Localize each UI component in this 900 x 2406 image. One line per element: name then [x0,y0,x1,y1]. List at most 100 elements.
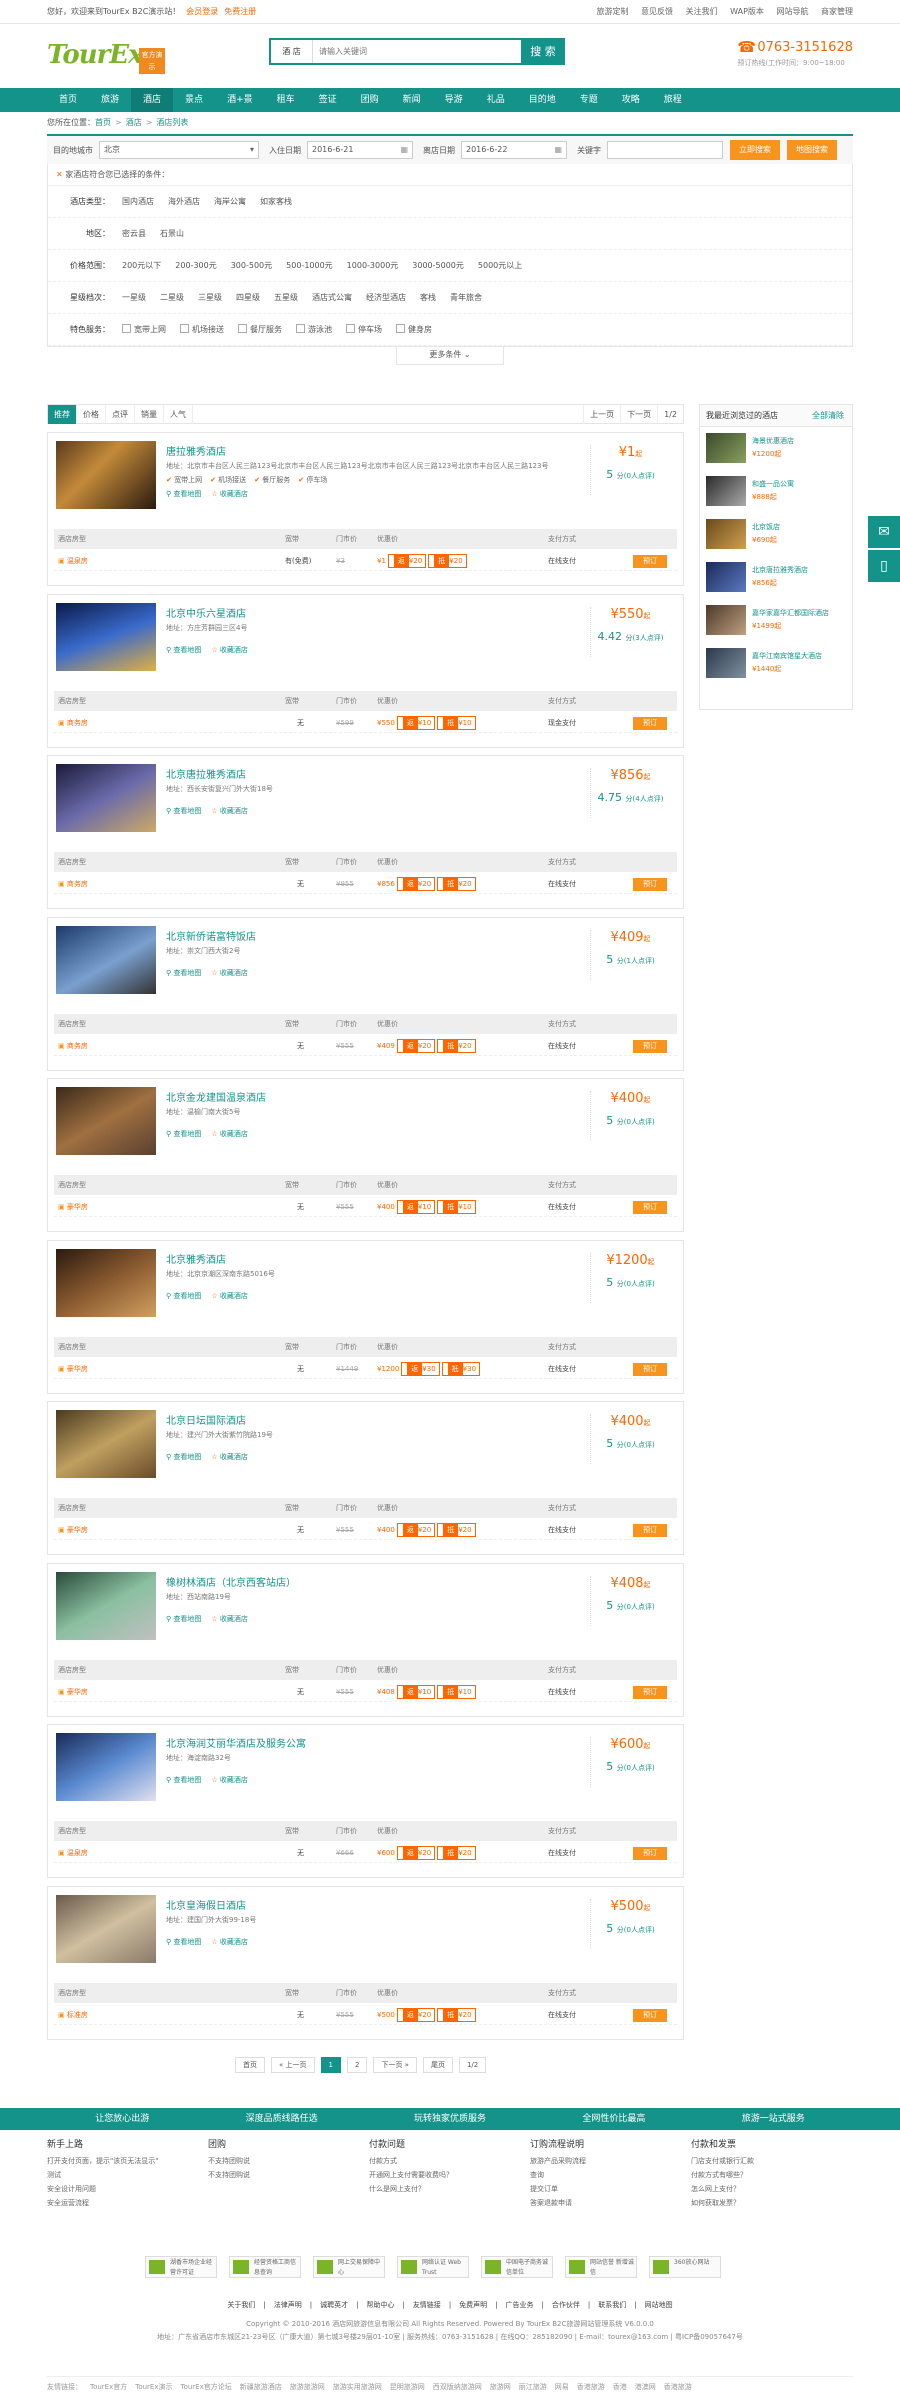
room-type-link[interactable]: 豪华房 [58,1682,88,1702]
recent-hotel-item[interactable]: 和盛一品公寓 ¥888起 [700,470,852,513]
cert-badge[interactable]: 中国电子商务诚信单位 [481,2256,553,2278]
footer-link[interactable]: 免费声明 [459,2301,487,2309]
service-checkbox[interactable]: 机场接送 [180,325,224,334]
nav-visa[interactable]: 签证 [307,88,349,112]
recent-hotel-thumb[interactable] [706,433,746,463]
recent-hotel-item[interactable]: 海景优惠酒店 ¥1200起 [700,427,852,470]
hotel-image[interactable] [56,764,156,832]
view-map-link[interactable]: 查看地图 [166,1130,201,1138]
cond-option[interactable]: 如家客栈 [260,197,292,206]
nav-trip[interactable]: 旅程 [652,88,694,112]
view-map-link[interactable]: 查看地图 [166,1292,201,1300]
friend-link[interactable]: 旅游网 [490,2383,511,2391]
register-link[interactable]: 免费注册 [224,7,256,16]
cond-option[interactable]: 经济型酒店 [366,293,406,302]
view-map-link[interactable]: 查看地图 [166,646,201,654]
page-prev[interactable]: « 上一页 [271,2057,315,2073]
city-select[interactable]: 北京 [99,141,259,159]
favorite-link[interactable]: 收藏酒店 [211,646,248,654]
top-link-wap[interactable]: WAP版本 [730,7,764,16]
hotel-image[interactable] [56,1248,156,1317]
book-button[interactable]: 预订 [633,716,667,730]
cond-option[interactable]: 海外酒店 [168,197,200,206]
nav-news[interactable]: 新闻 [391,88,433,112]
page-1[interactable]: 1 [320,2057,341,2073]
recent-hotel-item[interactable]: 嘉华家嘉华汇都国际酒店 ¥1499起 [700,599,852,642]
sort-popularity[interactable]: 人气 [164,404,193,424]
footer-link[interactable]: 友情链接 [413,2301,441,2309]
service-checkbox[interactable]: 游泳池 [296,325,332,334]
friend-link[interactable]: 旅游实用旅游网 [333,2383,382,2391]
friend-link[interactable]: 旅游旅游网 [290,2383,325,2391]
hotel-name[interactable]: 北京海润艾丽华酒店及服务公寓 [166,1735,306,1750]
cond-option[interactable]: 国内酒店 [122,197,154,206]
search-now-button[interactable]: 立即搜索 [730,140,780,160]
help-link[interactable]: 付款方式 [369,2154,530,2168]
hotel-name[interactable]: 北京中乐六星酒店 [166,605,246,620]
clear-recent-link[interactable]: 全部清除 [812,405,844,427]
wechat-icon[interactable]: ✉ [868,516,900,548]
search-category-select[interactable]: 酒 店 [271,40,313,63]
service-checkbox[interactable]: 餐厅服务 [238,325,282,334]
hotel-image[interactable] [56,441,156,509]
top-link-custom[interactable]: 旅游定制 [596,7,628,16]
cond-option[interactable]: 客栈 [420,293,436,302]
nav-home[interactable]: 首页 [47,88,89,112]
help-link[interactable]: 旅游产品采购流程 [530,2154,691,2168]
hotel-name[interactable]: 北京唐拉雅秀酒店 [166,766,246,781]
hotel-image[interactable] [56,1894,156,1963]
help-link[interactable]: 安全设计用问题 [47,2182,208,2196]
help-link[interactable]: 提交订单 [530,2182,691,2196]
map-search-button[interactable]: 地图搜索 [787,140,837,160]
help-link[interactable]: 打开支付页面，提示"该页无法显示" [47,2154,208,2168]
mobile-icon[interactable]: ▯ [868,550,900,582]
search-button[interactable]: 搜 索 [521,38,565,65]
help-link[interactable]: 门店支付或银行汇款 [691,2154,852,2168]
page-next[interactable]: 下一页 » [373,2057,417,2073]
favorite-link[interactable]: 收藏酒店 [211,1938,248,1946]
friend-link[interactable]: 网易 [555,2383,569,2391]
cond-option[interactable]: 3000-5000元 [412,261,464,270]
room-type-link[interactable]: 标准房 [58,2005,88,2025]
recent-hotel-item[interactable]: 嘉华江南宾馆星大酒店 ¥1440起 [700,642,852,685]
checkin-date-input[interactable]: 2016-6-21 [307,141,413,159]
help-link[interactable]: 答案退款申请 [530,2196,691,2210]
help-link[interactable]: 什么是网上支付？ [369,2182,530,2196]
hotel-name[interactable]: 北京金龙建国温泉酒店 [166,1089,266,1104]
cond-option[interactable]: 石景山 [160,229,184,238]
friend-link[interactable]: 香港 [613,2383,627,2391]
sort-next-page[interactable]: 下一页 [620,405,657,424]
view-map-link[interactable]: 查看地图 [166,1615,201,1623]
cert-badge[interactable]: 360放心网站 [649,2256,721,2278]
friend-link[interactable]: 香港旅游 [577,2383,605,2391]
book-button[interactable]: 预订 [633,1201,667,1214]
service-checkbox[interactable]: 宽带上网 [122,325,166,334]
cond-option[interactable]: 三星级 [198,293,222,302]
top-link-feedback[interactable]: 意见反馈 [641,7,673,16]
room-type-link[interactable]: 温泉房 [58,1843,88,1863]
service-checkbox[interactable]: 健身房 [396,325,432,334]
book-button[interactable]: 预订 [633,1685,667,1699]
nav-group[interactable]: 团购 [349,88,391,112]
nav-hotel[interactable]: 酒店 [131,88,174,112]
cond-option[interactable]: 四星级 [236,293,260,302]
cert-badge[interactable]: 经营资格工商信息查询 [229,2256,301,2278]
cond-option[interactable]: 300-500元 [231,261,272,270]
friend-link[interactable]: TourEx官方 [90,2383,127,2391]
nav-travel[interactable]: 旅游 [89,88,131,112]
page-first[interactable]: 首页 [235,2057,265,2073]
recent-hotel-name[interactable]: 北京唐拉雅秀酒店 [752,565,808,575]
friend-link[interactable]: TourEx演示 [135,2383,172,2391]
footer-link[interactable]: 广告业务 [506,2301,534,2309]
book-button[interactable]: 预订 [633,878,667,891]
room-type-link[interactable]: 商务房 [58,713,88,733]
service-checkbox[interactable]: 停车场 [346,325,382,334]
friend-link[interactable]: 昆明旅游网 [390,2383,425,2391]
sort-review[interactable]: 点评 [106,404,135,424]
recent-hotel-name[interactable]: 和盛一品公寓 [752,479,794,489]
room-type-link[interactable]: 豪华房 [58,1359,88,1379]
login-link[interactable]: 会员登录 [186,7,218,16]
footer-link[interactable]: 关于我们 [227,2301,255,2309]
cert-badge[interactable]: 湖香市场企业经营许可证 [145,2256,217,2278]
nav-topic[interactable]: 专题 [568,88,610,112]
